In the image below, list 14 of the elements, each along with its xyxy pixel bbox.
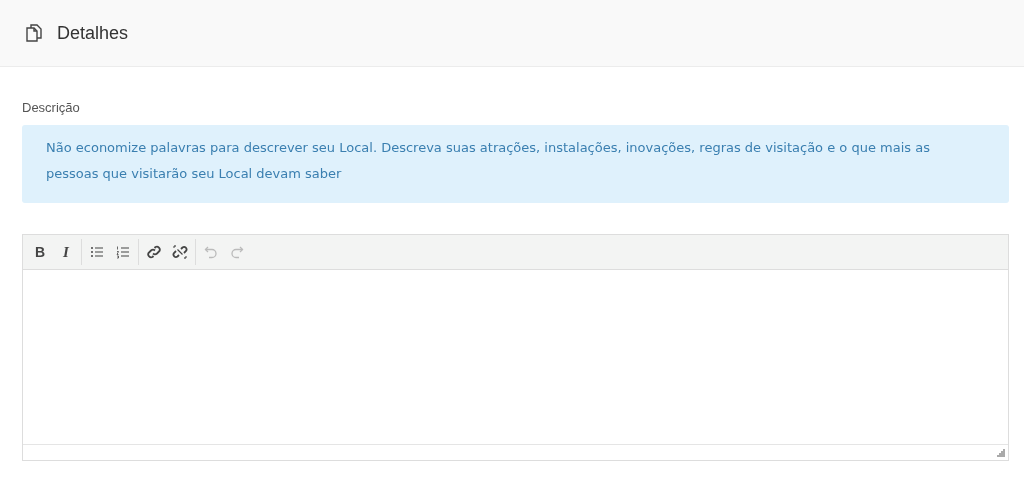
italic-button[interactable]: I <box>53 239 79 265</box>
bold-button[interactable]: B <box>27 239 53 265</box>
redo-icon <box>230 245 244 259</box>
link-icon <box>146 244 162 260</box>
info-message: Não economize palavras para descrever seu Local. Descreva suas atrações, instalações, inovações, regras de visitação e o que mais as pessoas que visitarão seu Local devam saber <box>22 125 1009 203</box>
section-title: Detalhes <box>57 22 129 44</box>
bullet-list-icon <box>90 245 104 259</box>
undo-icon <box>204 245 218 259</box>
numbered-list-icon <box>116 245 130 259</box>
documents-icon <box>24 23 44 43</box>
unlink-icon <box>172 244 188 260</box>
field-label: Descrição <box>22 100 80 115</box>
resize-handle-icon[interactable] <box>997 449 1005 457</box>
text-editor[interactable]: B I <box>22 234 1009 461</box>
